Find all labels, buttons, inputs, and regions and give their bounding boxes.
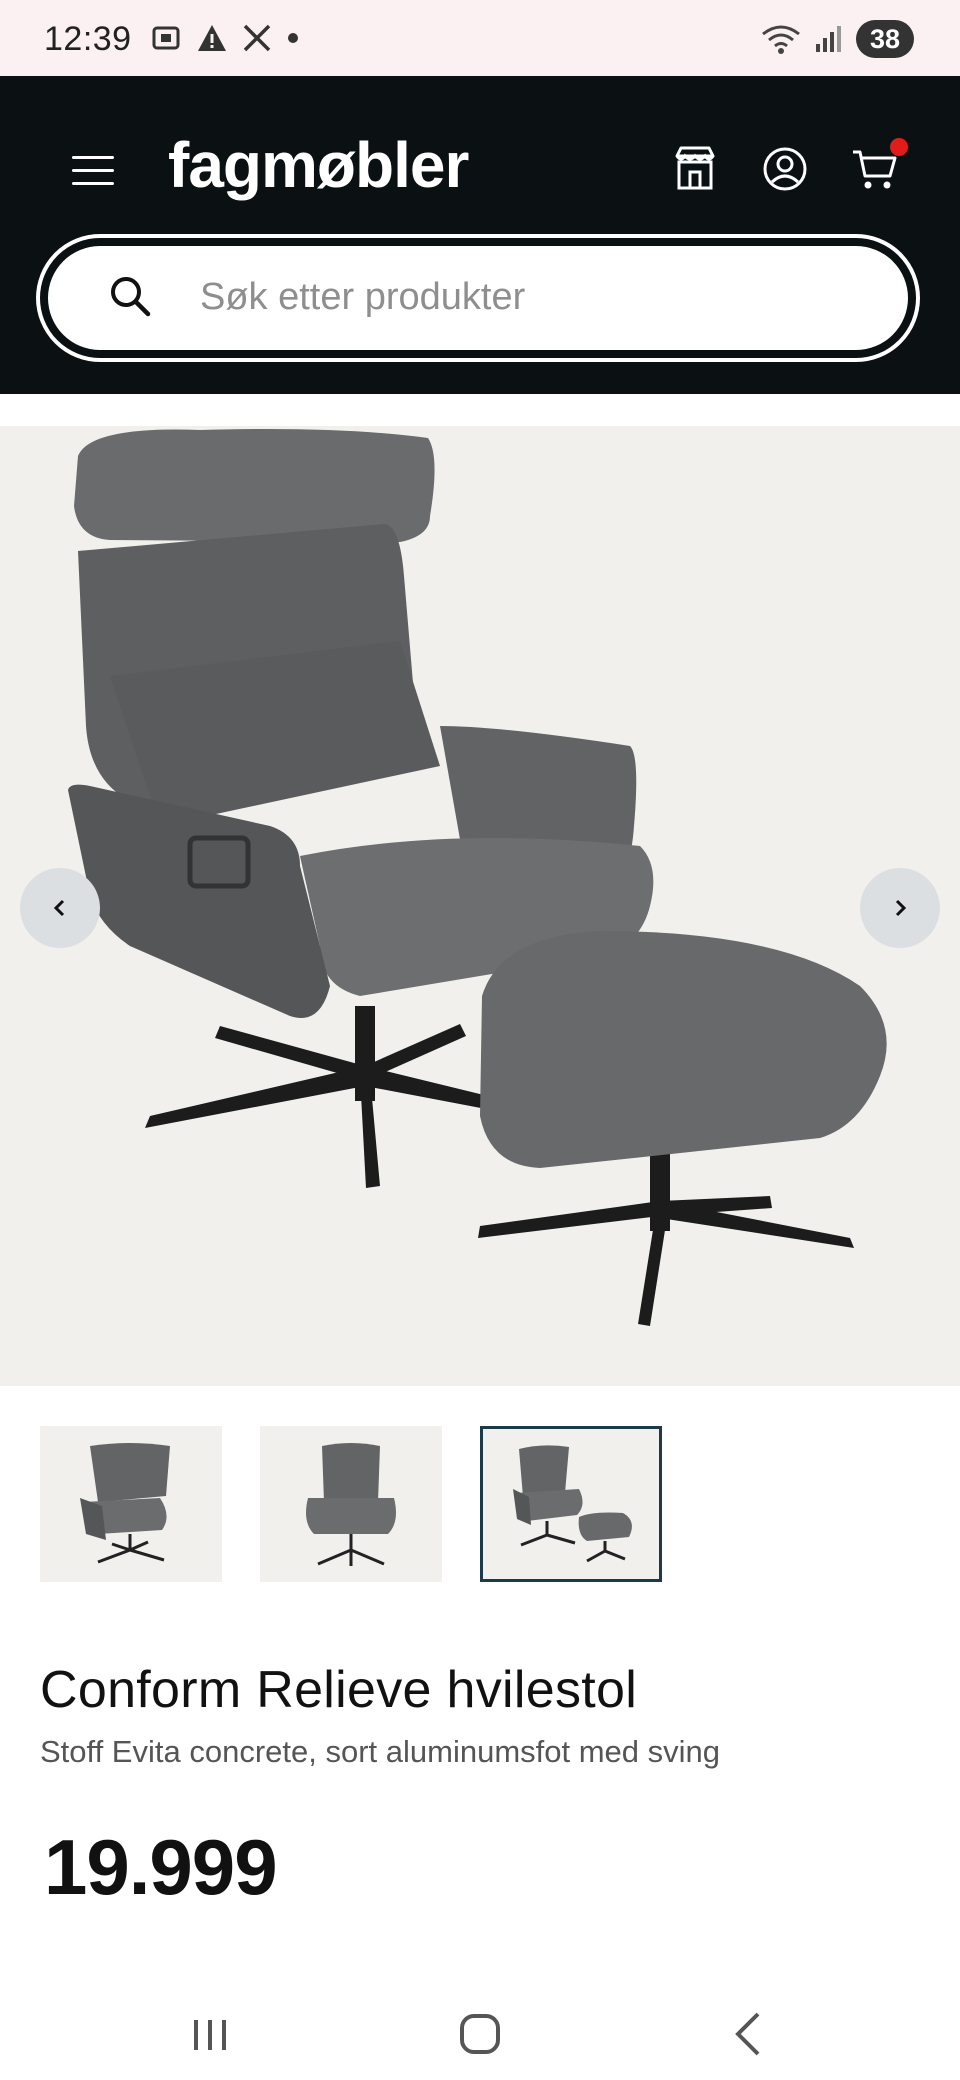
chevron-right-icon: [895, 899, 907, 917]
search-bar: [36, 234, 920, 362]
signal-icon: [816, 26, 841, 52]
system-nav-bar: [0, 1980, 960, 2080]
thumbnail-2[interactable]: [260, 1426, 442, 1582]
dot-icon: [288, 33, 298, 43]
chevron-left-icon: [53, 899, 65, 917]
status-time: 12:39: [44, 20, 132, 58]
product-price: 19.999: [44, 1823, 278, 1911]
warning-icon: [198, 25, 226, 51]
product-image-carousel[interactable]: [0, 426, 960, 1386]
product-title: Conform Relieve hvilestol: [40, 1661, 638, 1719]
wifi-icon: [762, 25, 800, 54]
search-icon[interactable]: [106, 272, 154, 320]
carousel-prev-button[interactable]: [20, 868, 100, 948]
x-icon: [243, 24, 271, 52]
product-subtitle: Stoff Evita concrete, sort aluminumsfot …: [40, 1734, 721, 1769]
site-logo[interactable]: fagmøbler: [168, 128, 469, 202]
thumbnail-3[interactable]: [480, 1426, 662, 1582]
site-header: fagmøbler: [0, 76, 960, 394]
cart-button[interactable]: [850, 138, 908, 194]
product-image: [68, 429, 887, 1326]
thumbnail-image: [513, 1445, 632, 1563]
menu-icon[interactable]: [72, 156, 114, 186]
battery-indicator: 38: [856, 20, 914, 58]
thumbnail-image: [80, 1443, 170, 1564]
thumbnail-image: [306, 1443, 396, 1566]
store-icon[interactable]: [670, 144, 720, 194]
status-bar: 12:39 38: [0, 0, 960, 76]
cart-badge: [890, 138, 908, 156]
recent-apps-icon[interactable]: [180, 2004, 240, 2064]
account-icon[interactable]: [760, 144, 810, 194]
back-icon[interactable]: [720, 2004, 780, 2064]
home-icon[interactable]: [450, 2004, 510, 2064]
search-input[interactable]: [198, 264, 862, 330]
carousel-next-button[interactable]: [860, 868, 940, 948]
screenshot-icon: [152, 26, 180, 50]
status-left-icons: [150, 22, 300, 54]
status-right-icons: 38: [760, 20, 914, 58]
thumbnail-1[interactable]: [40, 1426, 222, 1582]
